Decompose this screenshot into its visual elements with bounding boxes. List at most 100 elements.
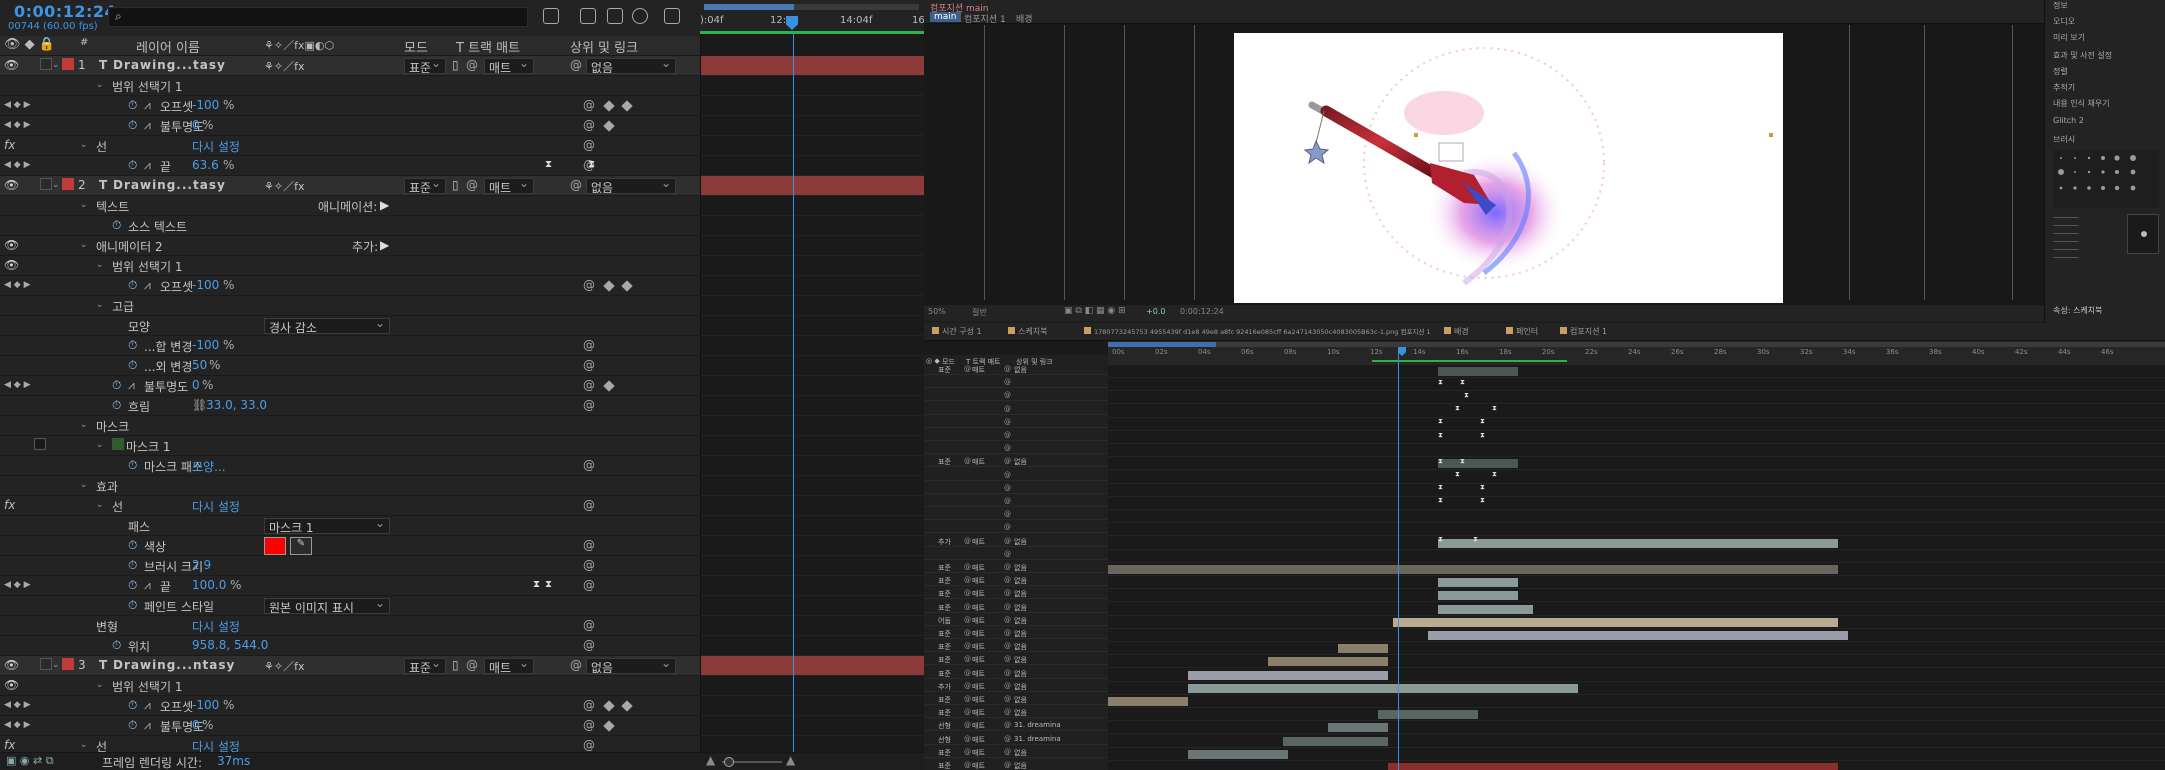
tl2-parent-select[interactable]: 없음 [1014, 655, 1027, 665]
parent-pickwhip-icon[interactable]: @ [570, 658, 582, 672]
tl2-keyframe[interactable]: ⧗ [1492, 404, 1497, 413]
frame-blending-icon[interactable] [632, 8, 648, 24]
tl2-parent-pickwhip-icon[interactable]: @ [1004, 537, 1011, 545]
panel-brushes[interactable]: 브러시 [2053, 134, 2075, 145]
expression-pickwhip-icon[interactable]: @ [583, 358, 595, 372]
tl2-matte-select[interactable]: 매트 [972, 537, 985, 547]
graph-icon[interactable]: ⩘ [144, 118, 151, 133]
tl2-layer-bar[interactable] [1438, 578, 1518, 588]
tl2-layer-row[interactable]: 선형 @ 매트 @31. dreamina [924, 721, 1108, 732]
tl2-parent-pickwhip-icon[interactable]: @ [1004, 629, 1011, 637]
expression-pickwhip-icon[interactable]: @ [583, 498, 595, 512]
property-value[interactable]: 다시 설정 [192, 138, 240, 155]
graph-icon[interactable]: ⩘ [144, 158, 151, 173]
expression-pickwhip-icon[interactable]: @ [583, 458, 595, 472]
tl2-layer-row[interactable]: 표준 @ 매트 @ 없음 [924, 655, 1108, 666]
stopwatch-icon[interactable]: ⏱ [112, 398, 121, 413]
property-row[interactable]: ⌄ 효과 [0, 476, 700, 496]
add-menu-icon[interactable]: ▶ [380, 198, 389, 212]
blend-mode-select[interactable]: 표준 [404, 176, 446, 195]
tl2-mode-select[interactable]: 표준 [938, 761, 951, 770]
tl2-parent-pickwhip-icon[interactable]: @ [1004, 655, 1011, 663]
panel-glitch[interactable]: Glitch 2 [2053, 116, 2084, 125]
tl2-parent-select[interactable]: 없음 [1014, 748, 1027, 758]
tl2-expression-pickwhip-icon[interactable]: @ [1004, 391, 1011, 399]
property-value[interactable]: 958.8, 544.0 [192, 638, 268, 652]
expand-twirl-icon[interactable]: ⌄ [96, 80, 104, 90]
tl2-layer-bar[interactable] [1283, 736, 1388, 746]
tl2-layer-row[interactable]: @ [924, 405, 1108, 415]
tl2-layer-row[interactable]: @ [924, 471, 1108, 481]
expand-twirl-icon[interactable]: ⌄ [80, 200, 88, 210]
property-value[interactable]: -100 [192, 98, 219, 112]
resolution-select[interactable]: 절반 [972, 307, 987, 318]
tl2-matte-select[interactable]: 매트 [972, 695, 985, 705]
tl2-parent-pickwhip-icon[interactable]: @ [1004, 721, 1011, 729]
visibility-eye-icon[interactable]: 👁 [4, 678, 19, 692]
tl2-parent-select[interactable]: 없음 [1014, 589, 1027, 599]
exposure-value[interactable]: +0.0 [1146, 307, 1165, 316]
tl2-keyframe[interactable]: ⧗ [1460, 378, 1465, 387]
tl2-parent-pickwhip-icon[interactable]: @ [1004, 708, 1011, 716]
breadcrumb-bg[interactable]: 배경 [1016, 12, 1033, 25]
property-value[interactable]: 0 [192, 718, 200, 732]
solo-switch[interactable] [40, 58, 52, 70]
property-row[interactable]: fx ⌄ 선 다시 설정 @ [0, 136, 700, 156]
expression-pickwhip-icon[interactable]: @ [583, 638, 595, 652]
tl2-parent-pickwhip-icon[interactable]: @ [1004, 735, 1011, 743]
property-row[interactable]: fx ⌄ 선 다시 설정 @ [0, 496, 700, 516]
tl2-mode-select[interactable]: 표준 [938, 748, 951, 758]
tl2-parent-pickwhip-icon[interactable]: @ [1004, 563, 1011, 571]
tl2-layer-row[interactable]: 표준 @ 매트 @ 없음 [924, 576, 1108, 587]
expression-pickwhip-icon[interactable]: @ [583, 558, 595, 572]
stopwatch-icon[interactable]: ⏱ [128, 158, 137, 173]
property-row[interactable]: ◀ ◆ ▶ ⏱ ⩘ 불투명도 0% @ [0, 376, 700, 396]
tl2-parent-select[interactable]: 없음 [1014, 695, 1027, 705]
tl2-layer-bar[interactable] [1428, 631, 1848, 640]
graph-editor-icon[interactable] [664, 8, 680, 24]
expression-pickwhip-icon[interactable]: @ [583, 138, 595, 152]
breadcrumb-comp1[interactable]: 컴포지션 1 [964, 12, 1006, 25]
tl2-matte-select[interactable]: 매트 [972, 603, 985, 613]
tl2-mode-select[interactable]: 표준 [938, 642, 951, 652]
tl2-matte-select[interactable]: 매트 [972, 576, 985, 586]
property-row[interactable]: 👁 ⌄ 범위 선택기 1 [0, 256, 700, 276]
tl2-parent-pickwhip-icon[interactable]: @ [1004, 695, 1011, 703]
tl2-pickwhip-icon[interactable]: @ [964, 603, 971, 611]
tl2-layer-bar[interactable] [1188, 749, 1288, 759]
shy-layers-icon[interactable] [607, 8, 623, 24]
property-value[interactable]: -100 [192, 698, 219, 712]
expand-twirl-icon[interactable]: ⌄ [96, 680, 104, 690]
tl2-expression-pickwhip-icon[interactable]: @ [1004, 497, 1011, 505]
preserve-transparency-toggle[interactable]: ▯ [452, 658, 459, 672]
tl2-layer-bar[interactable] [1388, 763, 1838, 770]
layer-name[interactable]: Drawing...tasy [113, 58, 226, 72]
tl2-matte-select[interactable]: 매트 [972, 457, 985, 467]
tl2-matte-select[interactable]: 매트 [972, 616, 985, 626]
tl2-parent-pickwhip-icon[interactable]: @ [1004, 589, 1011, 597]
keyframe-navigator-icon[interactable]: ◀ ◆ ▶ [4, 700, 31, 710]
expression-pickwhip-icon[interactable]: @ [583, 698, 595, 712]
expression-pickwhip-icon[interactable]: @ [583, 538, 595, 552]
tl2-parent-select[interactable]: 31. dreamina [1014, 721, 1061, 729]
tl2-parent-select[interactable]: 없음 [1014, 708, 1027, 718]
tl2-matte-select[interactable]: 매트 [972, 365, 985, 375]
property-row[interactable]: ◀ ◆ ▶ ⏱ ⩘ 오프셋 -100% @ [0, 696, 700, 716]
property-row[interactable]: 👁 ⌄ 범위 선택기 1 [0, 676, 700, 696]
tl2-parent-pickwhip-icon[interactable]: @ [1004, 576, 1011, 584]
toggle-icons[interactable]: ▣ ◉ ⇄ ⧉ [6, 754, 54, 768]
panel-preview[interactable]: 미리 보기 [2053, 32, 2085, 43]
solo-switch[interactable] [40, 178, 52, 190]
parent-pickwhip-icon[interactable]: @ [570, 58, 582, 72]
breadcrumb-main[interactable]: main [930, 12, 961, 22]
solo-switch[interactable] [40, 658, 52, 670]
tl2-mode-select[interactable]: 표준 [938, 655, 951, 665]
tl2-mode-select[interactable]: 표준 [938, 457, 951, 467]
preserve-transparency-toggle[interactable]: ▯ [452, 178, 459, 192]
tl2-parent-select[interactable]: 없음 [1014, 761, 1027, 770]
expand-twirl-icon[interactable]: ⌄ [52, 660, 60, 670]
tl2-expression-pickwhip-icon[interactable]: @ [1004, 444, 1011, 452]
tl2-parent-pickwhip-icon[interactable]: @ [1004, 748, 1011, 756]
tl2-matte-select[interactable]: 매트 [972, 708, 985, 718]
tl2-keyframe[interactable]: ⧗ [1480, 483, 1485, 492]
